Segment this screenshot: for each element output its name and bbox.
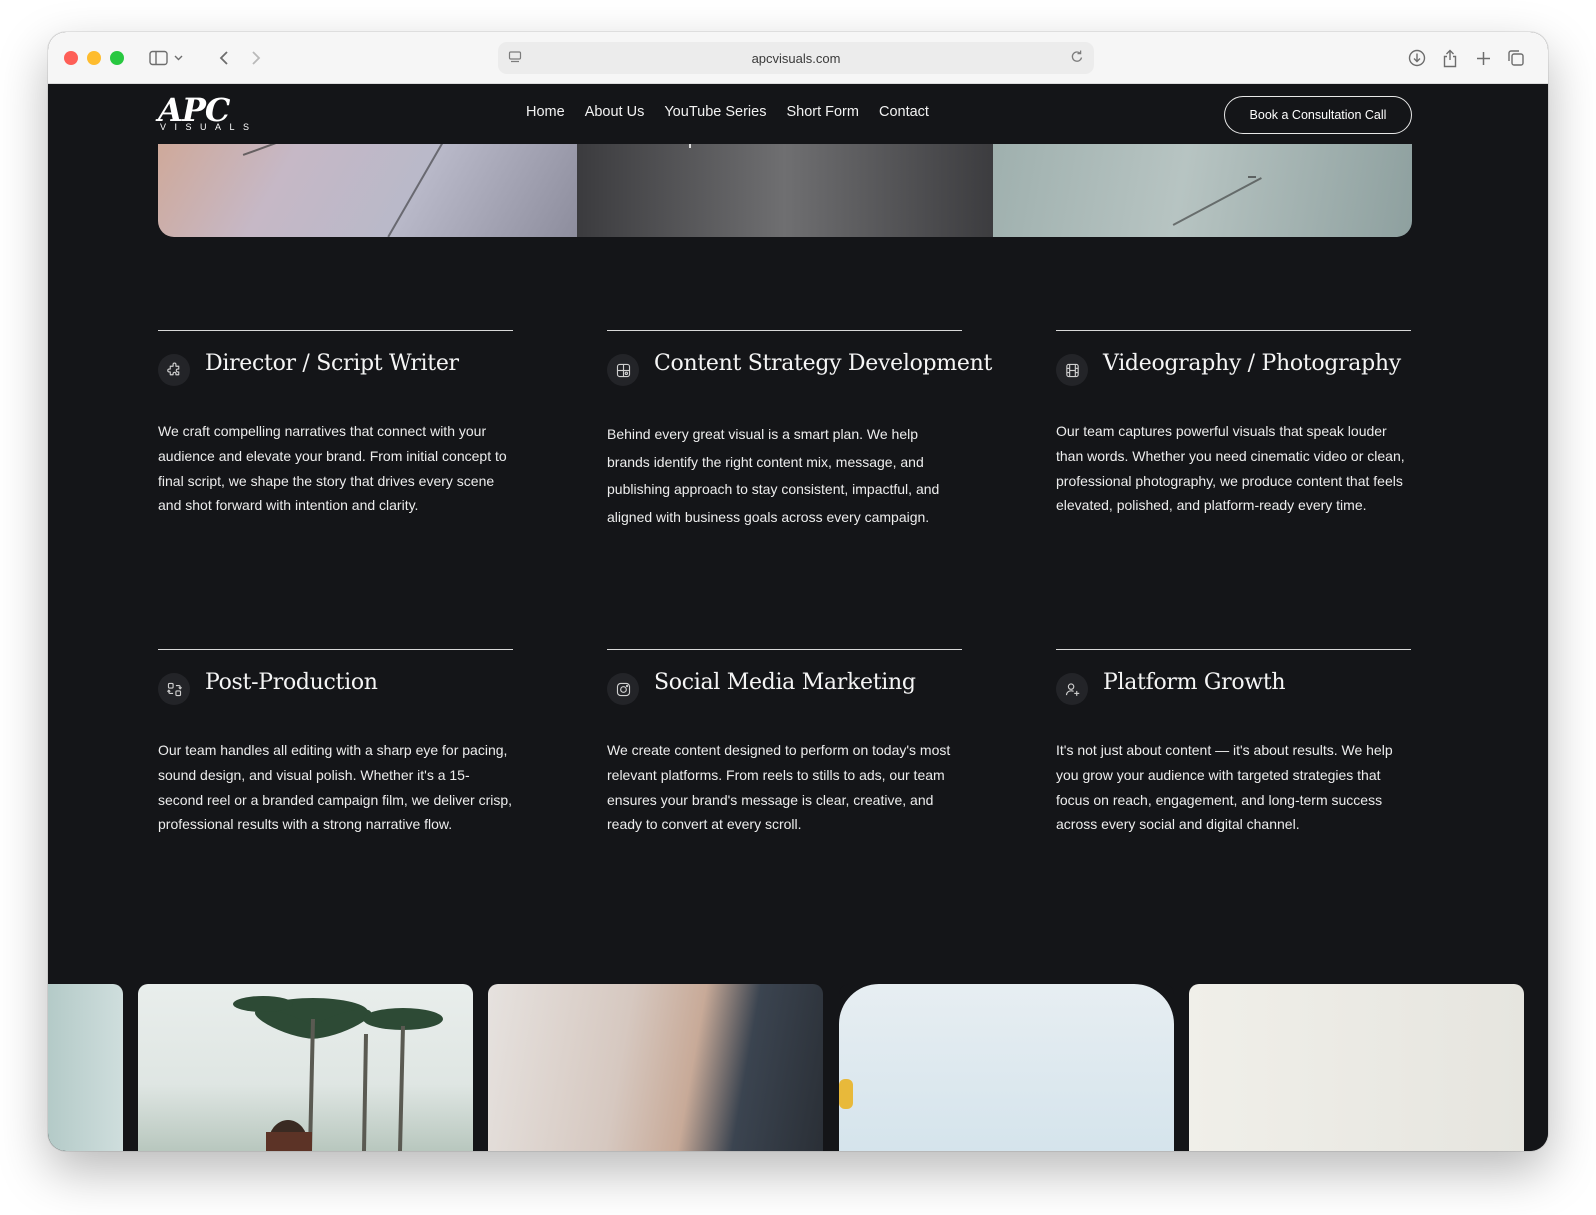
service-title: Content Strategy Development	[654, 351, 992, 376]
hero-image-3	[993, 144, 1412, 237]
browser-window: apcvisuals.com APC VISUALS Home About Us…	[48, 32, 1548, 1151]
tabs-icon	[1508, 50, 1524, 66]
service-title: Social Media Marketing	[654, 670, 916, 695]
zoom-window-button[interactable]	[110, 51, 124, 65]
reload-icon[interactable]	[1070, 49, 1084, 67]
service-title: Director / Script Writer	[205, 351, 459, 376]
apc-visuals-logo[interactable]: APC VISUALS	[158, 91, 254, 135]
strategy-board-icon	[607, 354, 639, 386]
service-social-media-marketing: Social Media Marketing We create content…	[607, 649, 962, 837]
hero-image-1	[158, 144, 577, 237]
share-icon	[1443, 49, 1457, 67]
service-content-strategy: Content Strategy Development Behind ever…	[607, 330, 992, 531]
service-videography-photography: Videography / Photography Our team captu…	[1056, 330, 1411, 518]
instagram-icon	[607, 673, 639, 705]
nav-short-form[interactable]: Short Form	[786, 104, 859, 120]
service-description: Our team captures powerful visuals that …	[1056, 423, 1405, 514]
service-platform-growth: Platform Growth It's not just about cont…	[1056, 649, 1411, 837]
downloads-button[interactable]	[1403, 44, 1431, 72]
service-title: Videography / Photography	[1103, 351, 1401, 376]
service-title: Post-Production	[205, 670, 378, 695]
service-description: Behind every great visual is a smart pla…	[607, 426, 940, 525]
service-post-production: Post-Production Our team handles all edi…	[158, 649, 513, 837]
service-description: We create content designed to perform on…	[607, 742, 951, 833]
service-description: We craft compelling narratives that conn…	[158, 423, 507, 514]
service-director-script-writer: Director / Script Writer We craft compel…	[158, 330, 513, 518]
book-consultation-button[interactable]: Book a Consultation Call	[1224, 96, 1412, 134]
close-window-button[interactable]	[64, 51, 78, 65]
chevron-left-icon	[219, 51, 228, 65]
hero-image-2	[577, 144, 993, 237]
user-growth-icon	[1056, 673, 1088, 705]
service-description: Our team handles all editing with a shar…	[158, 742, 513, 833]
gallery-image[interactable]	[839, 984, 1174, 1151]
sidebar-icon	[149, 50, 183, 66]
chevron-right-icon	[252, 51, 261, 65]
nav-about-us[interactable]: About Us	[585, 104, 645, 120]
minimize-window-button[interactable]	[87, 51, 101, 65]
puzzle-icon	[158, 354, 190, 386]
service-description: It's not just about content — it's about…	[1056, 742, 1393, 833]
logo-subtext: VISUALS	[160, 122, 258, 132]
gallery-image[interactable]	[1189, 984, 1524, 1151]
website: APC VISUALS Home About Us YouTube Series…	[48, 84, 1548, 1151]
hero-image-strip	[158, 144, 1412, 237]
nav-home[interactable]: Home	[526, 104, 565, 120]
gallery-image[interactable]	[138, 984, 473, 1151]
film-icon	[1056, 354, 1088, 386]
page-settings-icon[interactable]	[508, 50, 522, 67]
download-icon	[1408, 49, 1426, 67]
sidebar-toggle-button[interactable]	[142, 44, 192, 72]
portfolio-gallery	[48, 984, 1548, 1151]
nav-youtube-series[interactable]: YouTube Series	[664, 104, 766, 120]
nav-contact[interactable]: Contact	[879, 104, 929, 120]
browser-toolbar: apcvisuals.com	[48, 32, 1548, 84]
new-tab-button[interactable]	[1469, 44, 1497, 72]
forward-button[interactable]	[242, 44, 270, 72]
service-title: Platform Growth	[1103, 670, 1286, 695]
tab-overview-button[interactable]	[1502, 44, 1530, 72]
gallery-image[interactable]	[488, 984, 823, 1151]
address-bar[interactable]: apcvisuals.com	[498, 42, 1094, 74]
back-button[interactable]	[210, 44, 238, 72]
gallery-image[interactable]	[48, 984, 123, 1151]
plus-icon	[1476, 51, 1490, 65]
edit-transfer-icon	[158, 673, 190, 705]
main-nav: Home About Us YouTube Series Short Form …	[526, 104, 929, 120]
url-text: apcvisuals.com	[751, 50, 841, 66]
site-header: APC VISUALS Home About Us YouTube Series…	[48, 84, 1548, 144]
share-button[interactable]	[1436, 44, 1464, 72]
